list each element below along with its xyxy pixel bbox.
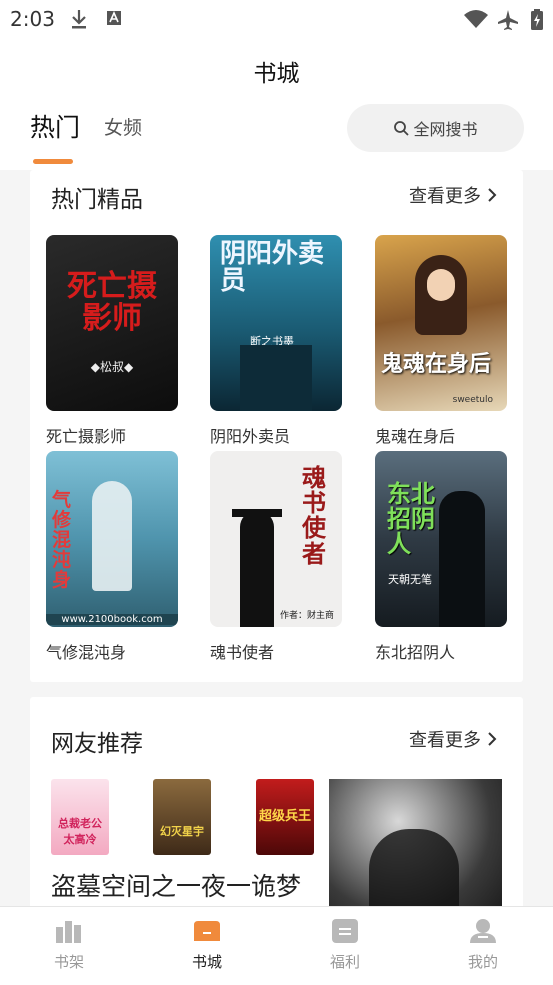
tab-female[interactable]: 女频 [104,113,142,140]
book-item[interactable]: 东北招阴人 天朝无笔 东北招阴人 [375,451,507,663]
book-item[interactable]: 阴阳外卖员 断之书墨 阴阳外卖员 [210,235,342,447]
cover-title: 魂书使者 [302,463,326,568]
book-cover[interactable]: 东北招阴人 天朝无笔 [375,451,507,627]
cover-author: sweetulo [452,395,493,405]
book-title[interactable]: 气修混沌身 [46,639,178,663]
recommend-book-cover[interactable]: 超级兵王 [256,779,314,855]
nav-bookstore[interactable]: 书城 [162,917,252,972]
page-title: 书城 [253,61,300,87]
cover-author: 天朝无笔 [388,573,432,586]
book-title[interactable]: 东北招阴人 [375,639,507,663]
featured-book-image[interactable] [329,779,502,917]
search-button[interactable]: 全网搜书 [347,104,524,152]
cover-title: 总裁老公太高冷 [58,817,102,846]
book-item[interactable]: 鬼魂在身后 sweetulo 鬼魂在身后 [375,235,507,447]
cover-title: 幻灭星宇 [160,825,204,838]
profile-icon [470,919,496,943]
see-more-label: 查看更多 [409,186,481,207]
book-title[interactable]: 魂书使者 [210,639,342,663]
airplane-mode-icon [498,10,518,30]
book-title[interactable]: 死亡摄影师 [46,423,178,447]
book-cover[interactable]: 阴阳外卖员 断之书墨 [210,235,342,411]
nav-label: 书架 [53,953,84,971]
cover-title: 东北招阴人 [387,479,435,559]
book-cover[interactable]: 死亡摄影师 ◆松叔◆ [46,235,178,411]
hot-section-title: 热门精品 [51,187,143,213]
nav-bookshelf[interactable]: 书架 [24,917,114,972]
active-tab-indicator [33,159,73,164]
app-notification-icon [107,11,121,25]
nav-welfare[interactable]: 福利 [300,917,390,972]
tab-hot[interactable]: 热门 [30,108,80,144]
cover-title: 超级兵王 [258,809,311,824]
nav-label: 书城 [191,953,222,971]
see-more-label: 查看更多 [409,730,481,751]
nav-label: 我的 [467,953,498,971]
search-label: 全网搜书 [413,120,478,139]
nav-label: 福利 [329,953,360,971]
wifi-icon [464,10,488,28]
book-cover[interactable]: 魂书使者 作者：财主商 [210,451,342,627]
header: 书城 热门 女频 全网搜书 [0,38,553,170]
cover-title: 气修混沌身 [52,489,72,591]
recommend-see-more-link[interactable]: 查看更多 [409,726,497,752]
hot-see-more-link[interactable]: 查看更多 [409,182,497,208]
cover-author: ◆松叔◆ [90,360,134,374]
cover-author: www.2100book.com [46,614,178,625]
chevron-right-icon [488,188,497,202]
book-item[interactable]: 气修混沌身 www.2100book.com 气修混沌身 [46,451,178,663]
book-cover[interactable]: 气修混沌身 www.2100book.com [46,451,178,627]
recommend-book-cover[interactable]: 幻灭星宇 [153,779,211,855]
cover-title: 阴阳外卖员 [220,239,325,297]
status-bar: 2:03 [0,0,553,38]
recommend-section-title: 网友推荐 [51,731,143,757]
bottom-nav: 书架 书城 福利 我的 [0,906,553,985]
recommend-section: 网友推荐 查看更多 总裁老公太高冷 幻灭星宇 超级兵王 盗墓空间之一夜一诡梦 [30,697,523,917]
book-item[interactable]: 死亡摄影师 ◆松叔◆ 死亡摄影师 [46,235,178,447]
recommend-book-cover[interactable]: 总裁老公太高冷 [51,779,109,855]
cover-title: 死亡摄影师 [67,269,157,336]
battery-charging-icon [531,9,543,30]
hot-section: 热门精品 查看更多 死亡摄影师 ◆松叔◆ 死亡摄影师 阴阳外卖员 断之书墨 阴阳… [30,170,523,682]
book-title[interactable]: 阴阳外卖员 [210,423,342,447]
chevron-right-icon [488,732,497,746]
book-cover[interactable]: 鬼魂在身后 sweetulo [375,235,507,411]
bookshelf-icon [56,921,81,943]
bookstore-icon [194,921,220,941]
book-item[interactable]: 魂书使者 作者：财主商 魂书使者 [210,451,342,663]
book-title[interactable]: 鬼魂在身后 [375,423,507,447]
featured-book-title[interactable]: 盗墓空间之一夜一诡梦 [51,867,301,903]
nav-profile[interactable]: 我的 [438,917,528,972]
search-icon [394,121,410,136]
download-icon [72,10,86,29]
status-time: 2:03 [10,7,55,31]
welfare-icon [332,919,358,943]
cover-author: 作者：财主商 [279,611,334,621]
cover-title: 鬼魂在身后 [381,351,492,377]
